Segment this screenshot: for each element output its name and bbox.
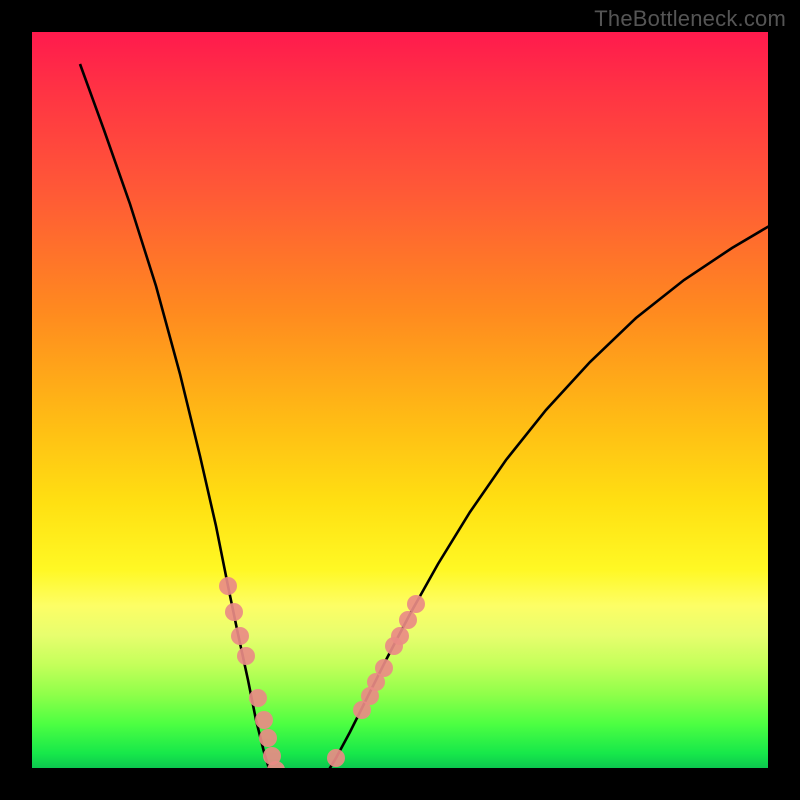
marker-dot (259, 729, 277, 747)
marker-dot (249, 689, 267, 707)
chart-frame: TheBottleneck.com (0, 0, 800, 800)
marker-dot (327, 749, 345, 767)
markers-left-group (219, 577, 313, 768)
marker-dot (255, 711, 273, 729)
watermark-text: TheBottleneck.com (594, 6, 786, 32)
bottleneck-curve (80, 64, 768, 768)
curve-group (80, 64, 768, 768)
marker-dot (231, 627, 249, 645)
marker-dot (219, 577, 237, 595)
marker-dot (237, 647, 255, 665)
markers-right-group (305, 595, 425, 768)
marker-dot (407, 595, 425, 613)
marker-dot (399, 611, 417, 629)
marker-dot (225, 603, 243, 621)
marker-dot (375, 659, 393, 677)
plot-area (32, 32, 768, 768)
chart-svg (32, 32, 768, 768)
marker-dot (391, 627, 409, 645)
